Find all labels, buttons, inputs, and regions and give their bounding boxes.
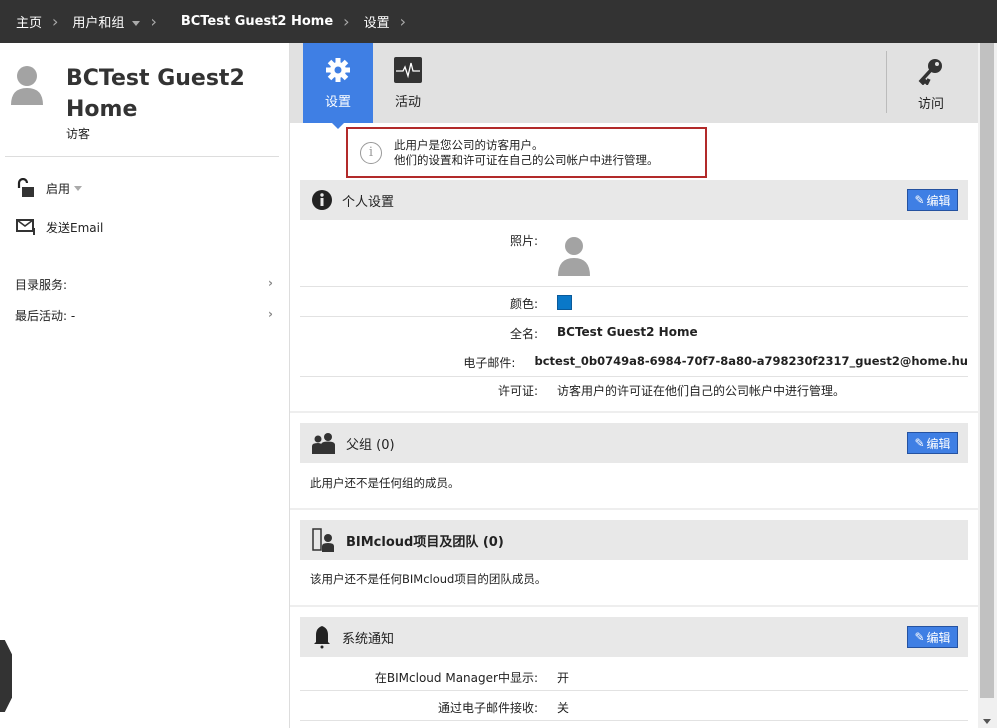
project-team-icon xyxy=(312,528,334,552)
license-value: 访客用户的许可证在他们自己的公司帐户中进行管理。 xyxy=(557,384,846,398)
user-name: BCTest Guest2 Home xyxy=(66,66,245,122)
send-email-button[interactable]: 发送Email xyxy=(16,218,103,236)
pencil-icon: ✎ xyxy=(914,436,925,450)
fullname-value: BCTest Guest2 Home xyxy=(557,325,698,339)
license-label: 许可证: xyxy=(497,384,538,398)
scroll-down-arrow-icon[interactable] xyxy=(983,719,991,724)
pencil-icon: ✎ xyxy=(914,630,925,644)
tab-settings-label: 设置 xyxy=(324,95,351,110)
activity-icon xyxy=(394,57,422,83)
edit-label: 编辑 xyxy=(926,436,951,451)
scrollbar-thumb[interactable] xyxy=(980,43,994,698)
tab-settings[interactable]: 设置 xyxy=(303,43,373,129)
divider xyxy=(290,605,978,607)
divider xyxy=(290,508,978,510)
section-title: 系统通知 xyxy=(342,631,395,647)
parent-groups-header: 父组 (0) ✎ 编辑 xyxy=(300,423,968,463)
send-email-label: 发送Email xyxy=(46,220,104,235)
status-label: 启用 xyxy=(46,181,71,196)
photo-label: 照片: xyxy=(509,234,538,248)
fullname-label: 全名: xyxy=(509,327,538,341)
info-icon xyxy=(312,190,332,210)
divider xyxy=(290,411,978,413)
status-dropdown[interactable]: 启用 xyxy=(16,178,83,198)
users-icon xyxy=(312,433,335,454)
groups-empty-text: 此用户还不是任何组的成员。 xyxy=(310,476,460,490)
email-notify-label: 通过电子邮件接收: xyxy=(437,701,538,715)
guest-notice: i 此用户是您公司的访客用户。 他们的设置和许可证在自己的公司帐户中进行管理。 xyxy=(346,127,707,178)
email-icon xyxy=(16,219,35,235)
user-role: 访客 xyxy=(66,127,91,141)
show-in-manager-value: 开 xyxy=(557,671,570,685)
tab-activity-label: 活动 xyxy=(394,95,421,110)
section-title: BIMcloud项目及团队 (0) xyxy=(346,534,504,550)
unlock-icon xyxy=(17,178,34,197)
chevron-right-icon: › xyxy=(268,276,273,290)
chevron-right-icon: › xyxy=(150,12,157,31)
main-content: 设置 活动 访问 i 此用户是您公司的访客用户。 他们的设置和许可证在自己的公司帐… xyxy=(290,43,978,728)
pencil-icon: ✎ xyxy=(914,193,925,207)
tab-activity[interactable]: 活动 xyxy=(373,43,443,123)
edit-label: 编辑 xyxy=(926,193,951,208)
edit-label: 编辑 xyxy=(926,630,951,645)
breadcrumb-settings[interactable]: 设置 xyxy=(364,12,390,31)
tab-access[interactable]: 访问 xyxy=(886,51,975,113)
breadcrumb-home[interactable]: 主页 xyxy=(16,12,42,31)
breadcrumb: 主页 › 用户和组 › BCTest Guest2 Home › 设置 › xyxy=(0,0,997,43)
breadcrumb-users[interactable]: 用户和组 xyxy=(72,12,141,31)
notice-line2: 他们的设置和许可证在自己的公司帐户中进行管理。 xyxy=(394,152,659,167)
section-title: 个人设置 xyxy=(342,194,395,210)
info-icon: i xyxy=(360,141,382,164)
chevron-right-icon: › xyxy=(343,12,350,31)
notifications-header: 系统通知 ✎ 编辑 xyxy=(300,617,968,657)
last-activity-row[interactable]: 最后活动: - › xyxy=(15,307,273,324)
edit-personal-button[interactable]: ✎ 编辑 xyxy=(907,189,958,211)
chevron-right-icon: › xyxy=(268,307,273,321)
email-label: 电子邮件: xyxy=(463,356,516,370)
email-value: bctest_0b0749a8-6984-70f7-8a80-a798230f2… xyxy=(534,354,968,368)
fullname-row: 全名: BCTest Guest2 Home xyxy=(300,317,968,347)
divider xyxy=(5,156,279,157)
key-icon xyxy=(918,59,942,85)
bell-icon xyxy=(314,626,330,649)
caret-down-icon xyxy=(132,21,141,26)
email-notify-row: 通过电子邮件接收: 关 xyxy=(300,691,968,721)
show-in-manager-row: 在BIMcloud Manager中显示: 开 xyxy=(300,657,968,691)
caret-down-icon xyxy=(74,185,83,191)
directory-label: 目录服务: xyxy=(15,278,68,292)
directory-service-row[interactable]: 目录服务: › xyxy=(15,276,273,293)
scrollbar[interactable] xyxy=(978,43,997,728)
chevron-right-icon: › xyxy=(399,12,406,31)
tab-bar: 设置 活动 访问 xyxy=(290,43,978,129)
last-activity-label: 最后活动: - xyxy=(15,309,76,323)
breadcrumb-users-label: 用户和组 xyxy=(72,16,125,31)
avatar xyxy=(11,66,43,105)
photo-row: 照片: xyxy=(300,220,968,287)
personal-settings-header: 个人设置 ✎ 编辑 xyxy=(300,180,968,220)
section-title: 父组 (0) xyxy=(346,437,395,453)
avatar xyxy=(558,237,590,276)
email-row: 电子邮件: bctest_0b0749a8-6984-70f7-8a80-a798… xyxy=(300,347,968,377)
user-sidebar: BCTest Guest2 Home 访客 启用 发送Email 目录服务: › … xyxy=(0,43,290,728)
license-row: 许可证: 访客用户的许可证在他们自己的公司帐户中进行管理。 xyxy=(300,377,968,405)
projects-header: BIMcloud项目及团队 (0) xyxy=(300,520,968,560)
projects-empty-text: 该用户还不是任何BIMcloud项目的团队成员。 xyxy=(310,572,547,586)
photo xyxy=(548,232,591,279)
tab-access-label: 访问 xyxy=(917,97,944,112)
edit-notifications-button[interactable]: ✎ 编辑 xyxy=(907,626,958,648)
color-row: 颜色: xyxy=(300,287,968,317)
chevron-right-icon: › xyxy=(52,12,59,31)
show-in-manager-label: 在BIMcloud Manager中显示: xyxy=(374,671,538,685)
notice-line1: 此用户是您公司的访客用户。 xyxy=(394,137,544,152)
color-swatch xyxy=(557,295,572,310)
email-notify-value: 关 xyxy=(557,701,570,715)
gear-icon xyxy=(326,58,350,82)
breadcrumb-user[interactable]: BCTest Guest2 Home xyxy=(181,14,333,29)
edit-groups-button[interactable]: ✎ 编辑 xyxy=(907,432,958,454)
color-label: 颜色: xyxy=(509,297,538,311)
